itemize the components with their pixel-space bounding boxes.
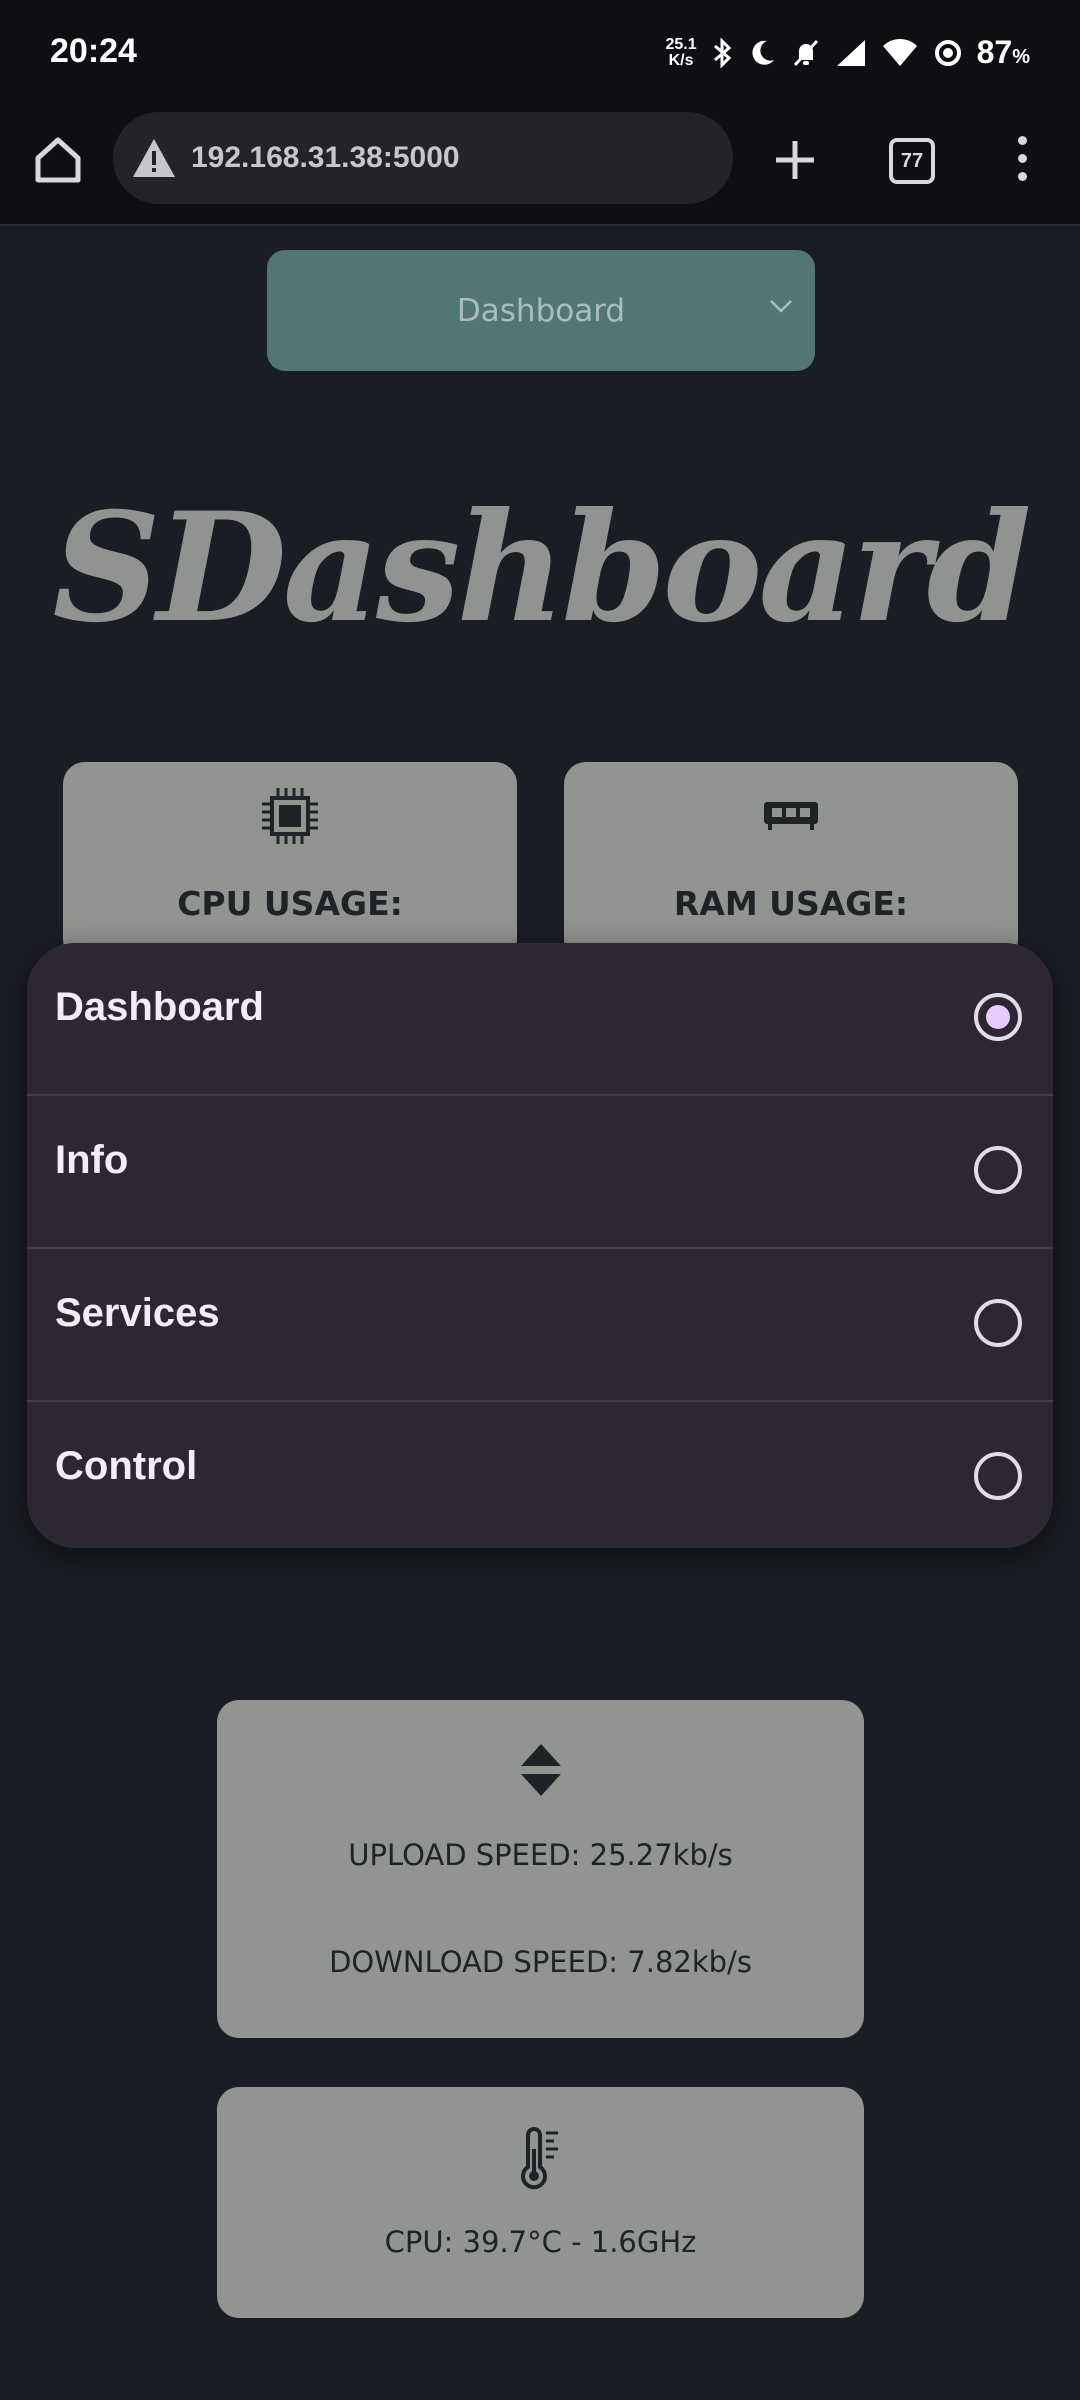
status-bar: 20:24 25.1 K/s 87%	[0, 0, 1080, 110]
ram-memory-icon	[764, 802, 818, 830]
page-select[interactable]: Dashboard	[267, 250, 815, 371]
up-down-arrows-icon	[520, 1744, 561, 1796]
download-speed: DOWNLOAD SPEED: 7.82kb/s	[329, 1945, 752, 1979]
cpu-temperature: CPU: 39.7°C - 1.6GHz	[384, 2225, 697, 2259]
option-label: Dashboard	[55, 985, 264, 1029]
cpu-usage-card: CPU USAGE:	[63, 762, 517, 962]
battery-saver-icon	[934, 39, 961, 66]
new-tab-plus-icon[interactable]	[770, 135, 820, 185]
option-label: Info	[55, 1138, 129, 1182]
bluetooth-icon	[713, 37, 731, 68]
tab-switcher-button[interactable]: 77	[889, 138, 935, 184]
dropdown-option-dashboard[interactable]: Dashboard	[27, 943, 1053, 1096]
thermometer-icon	[520, 2127, 558, 2190]
dropdown-option-info[interactable]: Info	[27, 1096, 1053, 1249]
do-not-disturb-moon-icon	[752, 40, 774, 65]
status-icons: 25.1 K/s 87%	[665, 34, 1030, 71]
wifi-icon	[882, 38, 917, 66]
network-speed-card: UPLOAD SPEED: 25.27kb/s DOWNLOAD SPEED: …	[217, 1700, 864, 2038]
ram-usage-label: RAM USAGE:	[673, 884, 909, 923]
dropdown-option-control[interactable]: Control	[27, 1402, 1053, 1548]
signal-icon	[836, 39, 865, 66]
url-text[interactable]: 192.168.31.38:5000	[191, 141, 460, 175]
page-select-value: Dashboard	[456, 292, 626, 329]
radio-unchecked-icon[interactable]	[974, 1299, 1022, 1347]
cpu-chip-icon	[262, 788, 318, 844]
ram-usage-card: RAM USAGE:	[564, 762, 1018, 962]
upload-speed: UPLOAD SPEED: 25.27kb/s	[348, 1838, 733, 1872]
muted-bell-icon	[793, 39, 818, 66]
address-bar[interactable]: 192.168.31.38:5000	[113, 112, 733, 204]
dropdown-option-services[interactable]: Services	[27, 1249, 1053, 1402]
network-speed: 25.1 K/s	[665, 35, 697, 69]
option-label: Services	[55, 1291, 220, 1335]
brand-title: SDashboard	[52, 480, 1031, 656]
radio-unchecked-icon[interactable]	[974, 1146, 1022, 1194]
page-select-dropdown: Dashboard Info Services Control	[27, 943, 1053, 1548]
home-icon[interactable]	[30, 132, 86, 188]
radio-unchecked-icon[interactable]	[974, 1452, 1022, 1500]
cpu-usage-label: CPU USAGE:	[177, 884, 403, 923]
option-label: Control	[55, 1444, 198, 1488]
more-menu-icon[interactable]	[1012, 136, 1032, 190]
status-time: 20:24	[50, 32, 137, 70]
radio-checked-icon[interactable]	[974, 993, 1022, 1041]
browser-toolbar: 192.168.31.38:5000 77	[0, 110, 1080, 226]
battery-level: 87%	[976, 34, 1030, 70]
chevron-down-icon	[770, 300, 792, 313]
warning-icon[interactable]	[131, 135, 177, 181]
cpu-temperature-card: CPU: 39.7°C - 1.6GHz	[217, 2087, 864, 2318]
